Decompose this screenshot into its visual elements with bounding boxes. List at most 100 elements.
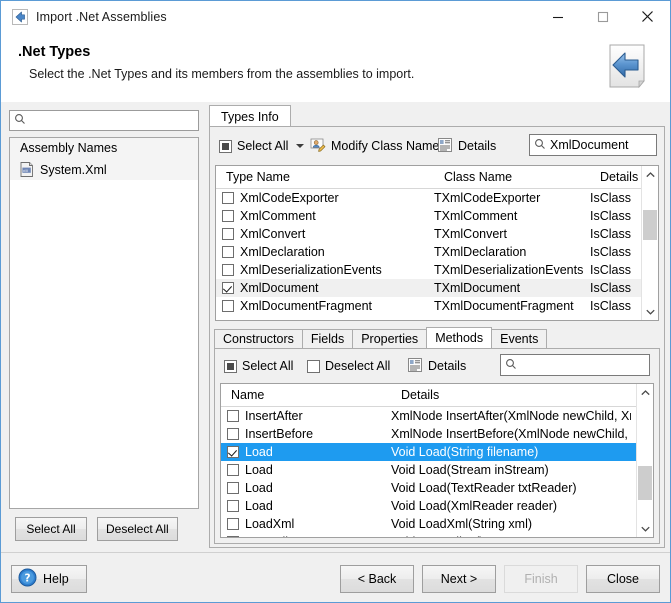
details-label: IsClass (590, 191, 631, 205)
row-checkbox[interactable] (227, 428, 239, 440)
column-type-name[interactable]: Type Name (216, 170, 444, 184)
table-row[interactable]: Load Void Load(XmlReader reader) (221, 497, 653, 515)
tab-methods[interactable]: Methods (426, 327, 493, 348)
table-row[interactable]: XmlDeclaration TXmlDeclaration IsClass (216, 243, 658, 261)
scroll-down-icon[interactable] (637, 520, 653, 537)
types-search-input[interactable] (550, 138, 646, 152)
class-name-label: TXmlDocument (434, 281, 521, 295)
row-checkbox[interactable] (227, 518, 239, 530)
row-checkbox[interactable] (227, 446, 239, 458)
methods-details-label: Details (428, 359, 467, 373)
method-name-cell: Load (221, 499, 391, 513)
row-checkbox[interactable] (222, 246, 234, 258)
table-row[interactable]: XmlDocument TXmlDocument IsClass (216, 279, 658, 297)
types-details-button[interactable]: Details (437, 134, 496, 158)
methods-details-button[interactable]: Details (407, 354, 466, 378)
table-row[interactable]: Normalize Void Normalize() (221, 533, 653, 537)
row-checkbox[interactable] (227, 482, 239, 494)
next-button[interactable]: Next > (422, 565, 496, 593)
assembly-deselect-all-button[interactable]: Deselect All (97, 517, 178, 541)
row-checkbox[interactable] (222, 210, 234, 222)
select-all-checkbox-icon (224, 359, 237, 373)
types-select-all-button[interactable]: Select All (219, 134, 305, 158)
import-net-assemblies-window: Import .Net Assemblies .Net Types Select… (0, 0, 671, 603)
assembly-names-list[interactable]: Assembly Names dll System.Xml (9, 137, 199, 509)
methods-deselect-all-button[interactable]: Deselect All (307, 354, 390, 378)
footer-buttons: < Back Next > Finish Close (340, 565, 660, 593)
table-row[interactable]: Load Void Load(String filename) (221, 443, 653, 461)
chevron-down-icon[interactable] (296, 144, 305, 148)
table-row[interactable]: Load Void Load(TextReader txtReader) (221, 479, 653, 497)
methods-grid[interactable]: Name Details InsertAfter XmlNode InsertAf… (220, 383, 654, 538)
details-label: IsClass (590, 299, 631, 313)
scroll-up-icon[interactable] (642, 166, 658, 183)
type-name-label: XmlDocumentFragment (240, 299, 372, 313)
table-row[interactable]: XmlDocumentFragment TXmlDocumentFragment I… (216, 297, 658, 315)
title-bar: Import .Net Assemblies (1, 1, 670, 34)
minimize-button[interactable] (535, 1, 580, 32)
row-checkbox[interactable] (227, 464, 239, 476)
class-name-label: TXmlConvert (434, 227, 507, 241)
row-checkbox[interactable] (222, 192, 234, 204)
table-row[interactable]: InsertBefore XmlNode InsertBefore(XmlNode… (221, 425, 653, 443)
scroll-down-icon[interactable] (642, 303, 658, 320)
table-row[interactable]: LoadXml Void LoadXml(String xml) (221, 515, 653, 533)
tab-constructors[interactable]: Constructors (214, 329, 303, 348)
select-all-checkbox-icon (219, 139, 232, 153)
scroll-up-icon[interactable] (637, 384, 653, 401)
details-label: IsClass (590, 263, 631, 277)
tab-properties[interactable]: Properties (352, 329, 428, 348)
back-button[interactable]: < Back (340, 565, 414, 593)
content-area: Assembly Names dll System.Xml Select All (1, 102, 670, 552)
details-label: IsClass (590, 245, 631, 259)
search-icon (534, 138, 546, 153)
assembly-name-label: System.Xml (40, 162, 107, 177)
scroll-thumb[interactable] (638, 466, 652, 500)
row-checkbox[interactable] (227, 410, 239, 422)
types-search-box[interactable] (529, 134, 657, 156)
assembly-search-box[interactable] (9, 110, 199, 131)
methods-search-box[interactable] (500, 354, 650, 376)
column-details[interactable]: Details (401, 388, 641, 402)
assembly-select-all-button[interactable]: Select All (15, 517, 87, 541)
tab-events[interactable]: Events (491, 329, 548, 348)
tab-fields[interactable]: Fields (301, 329, 354, 348)
row-checkbox[interactable] (227, 500, 239, 512)
table-row[interactable]: XmlComment TXmlComment IsClass (216, 207, 658, 225)
table-row[interactable]: XmlDeserializationEvents TXmlDeserializat… (216, 261, 658, 279)
methods-select-all-button[interactable]: Select All (224, 354, 293, 378)
list-item[interactable]: dll System.Xml (10, 159, 198, 180)
assembly-search-input[interactable] (30, 113, 190, 128)
modify-class-name-label: Modify Class Name (331, 139, 440, 153)
tab-types-info[interactable]: Types Info (209, 105, 291, 127)
table-row[interactable]: InsertAfter XmlNode InsertAfter(XmlNode n… (221, 407, 653, 425)
type-name-cell: XmlComment (216, 209, 434, 223)
maximize-button[interactable] (580, 1, 625, 32)
table-row[interactable]: Load Void Load(Stream inStream) (221, 461, 653, 479)
row-checkbox[interactable] (222, 282, 234, 294)
scroll-thumb[interactable] (643, 210, 657, 240)
methods-search-input[interactable] (521, 358, 617, 372)
row-checkbox[interactable] (227, 536, 239, 537)
close-button[interactable] (625, 1, 670, 32)
method-name-cell: Load (221, 445, 391, 459)
method-signature-label: Void LoadXml(String xml) (391, 517, 533, 531)
methods-toolbar: Select All Deselect All Details (215, 353, 659, 381)
table-row[interactable]: XmlCodeExporter TXmlCodeExporter IsClass (216, 189, 658, 207)
help-button[interactable]: ? Help (11, 565, 87, 593)
column-name[interactable]: Name (221, 388, 401, 402)
methods-grid-scrollbar[interactable] (636, 384, 653, 537)
modify-class-name-button[interactable]: Modify Class Name (310, 134, 439, 158)
column-class-name[interactable]: Class Name (444, 170, 600, 184)
row-checkbox[interactable] (222, 300, 234, 312)
row-checkbox[interactable] (222, 264, 234, 276)
assembly-list-header: Assembly Names (10, 138, 198, 159)
types-grid-scrollbar[interactable] (641, 166, 658, 320)
method-name-cell: Load (221, 463, 391, 477)
table-row[interactable]: XmlConvert TXmlConvert IsClass (216, 225, 658, 243)
types-grid[interactable]: Type Name Class Name Details XmlCodeExpo… (215, 165, 659, 321)
types-select-all-label: Select All (237, 139, 289, 153)
close-button[interactable]: Close (586, 565, 660, 593)
row-checkbox[interactable] (222, 228, 234, 240)
details-label: IsClass (590, 209, 631, 223)
